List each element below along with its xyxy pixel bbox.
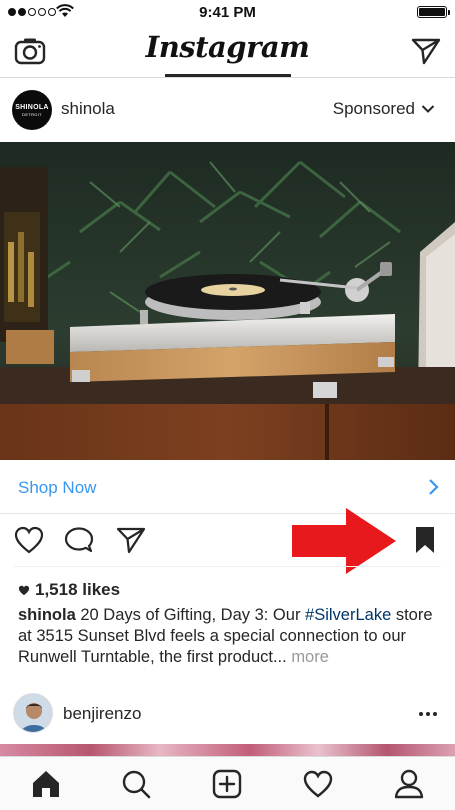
bottom-tab-bar xyxy=(0,756,455,810)
more-options-icon[interactable] xyxy=(419,712,437,716)
chevron-down-icon xyxy=(421,105,435,113)
profile-icon[interactable] xyxy=(394,769,424,799)
heart-icon[interactable] xyxy=(14,526,44,554)
likes-text: 1,518 likes xyxy=(35,580,121,599)
comment-icon[interactable] xyxy=(64,526,94,554)
bookmark-icon[interactable] xyxy=(412,526,438,554)
avatar[interactable] xyxy=(13,693,53,733)
caption-more-link[interactable]: more xyxy=(291,648,329,666)
sponsored-label: Sponsored xyxy=(332,99,415,118)
next-post-image[interactable] xyxy=(0,744,455,756)
search-icon[interactable] xyxy=(121,769,151,799)
annotation-arrow-icon xyxy=(292,508,396,574)
sponsored-menu[interactable]: Sponsored xyxy=(333,99,435,119)
caption-username[interactable]: shinola xyxy=(18,606,76,624)
next-post-username[interactable]: benjirenzo xyxy=(63,704,141,724)
shop-now-link[interactable]: Shop Now xyxy=(18,478,96,498)
status-bar: 9:41 PM xyxy=(0,0,455,24)
likes-count[interactable]: 1,518 likes xyxy=(18,580,120,600)
heart-small-icon xyxy=(18,585,30,595)
avatar-logo-subtext: DETROIT xyxy=(22,111,42,117)
avatar-logo-text: SHINOLA xyxy=(15,103,49,111)
share-icon[interactable] xyxy=(116,526,146,554)
activity-icon[interactable] xyxy=(303,769,333,799)
caption-text-start: 20 Days of Gifting, Day 3: Our xyxy=(75,606,306,624)
status-time: 9:41 PM xyxy=(199,4,256,21)
post-image[interactable] xyxy=(0,142,455,460)
avatar-photo xyxy=(14,694,52,732)
instagram-logo: Instagram xyxy=(145,30,310,64)
next-post-header: benjirenzo xyxy=(0,688,455,744)
shop-now-bar[interactable]: Shop Now xyxy=(0,460,455,514)
logo-underline xyxy=(165,74,291,77)
caption-hashtag[interactable]: #SilverLake xyxy=(305,606,391,624)
post-username[interactable]: shinola xyxy=(61,99,115,119)
add-post-icon[interactable] xyxy=(212,769,242,799)
top-navigation: Instagram xyxy=(0,24,455,78)
post-caption: shinola 20 Days of Gifting, Day 3: Our #… xyxy=(18,605,438,668)
home-icon[interactable] xyxy=(31,769,61,799)
divider xyxy=(14,566,441,567)
turntable-photo xyxy=(0,142,455,460)
battery-icon xyxy=(417,6,450,18)
avatar[interactable]: SHINOLA DETROIT xyxy=(12,90,52,130)
post-header: SHINOLA DETROIT shinola Sponsored xyxy=(0,78,455,142)
direct-message-icon[interactable] xyxy=(411,37,441,65)
chevron-right-icon xyxy=(429,479,439,495)
